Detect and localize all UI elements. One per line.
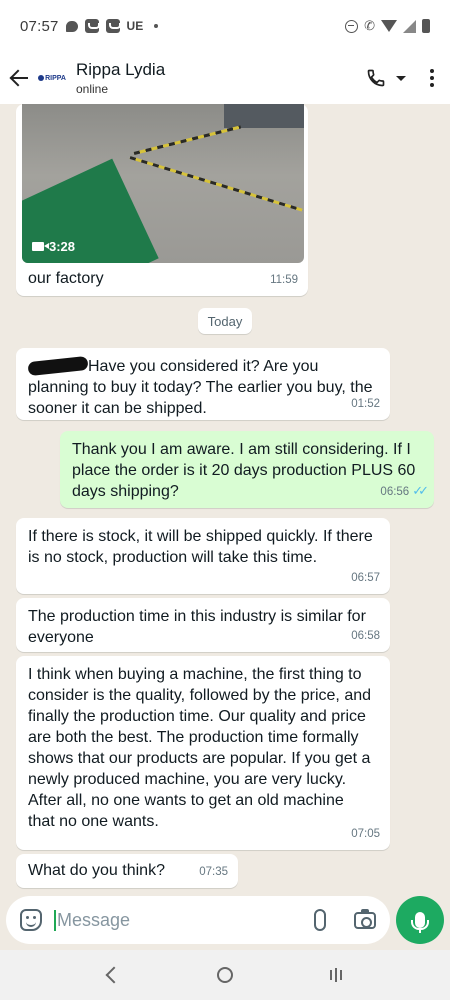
mail-notification-icon: [84, 19, 100, 33]
message-time: 06:58: [351, 630, 380, 642]
system-nav-bar: [0, 950, 450, 1000]
call-button[interactable]: [366, 68, 406, 88]
phone-icon: [367, 69, 385, 87]
compose-bar: [0, 894, 450, 948]
message-text: The production time in this industry is …: [28, 608, 366, 646]
video-thumbnail[interactable]: 3:28: [22, 104, 304, 263]
message-text: Thank you I am aware. I am still conside…: [72, 441, 416, 500]
message-time: 01:52: [351, 398, 380, 410]
read-receipt-icon: ✓✓: [412, 483, 429, 498]
message-time: 06:57: [351, 572, 380, 584]
cell-signal-icon: [403, 19, 416, 33]
video-message[interactable]: 3:28 our factory 11:59: [16, 104, 308, 296]
chat-header: RIPPA Rippa Lydia online: [0, 52, 450, 104]
message-incoming[interactable]: Have you considered it? Are you planning…: [16, 348, 390, 420]
video-caption: our factory: [28, 270, 104, 287]
status-bar: 07:57 UE ✆: [0, 0, 450, 52]
nav-home-icon[interactable]: [216, 967, 233, 983]
carrier-label: UE: [126, 19, 144, 33]
contact-status: online: [76, 82, 109, 96]
contact-name: Rippa Lydia: [76, 60, 166, 79]
message-input[interactable]: [54, 909, 284, 931]
date-divider: Today: [198, 308, 252, 334]
message-time: 06:56 ✓✓: [380, 483, 429, 498]
contact-info[interactable]: Rippa Lydia online: [76, 60, 165, 96]
nav-back-icon[interactable]: [105, 966, 123, 984]
voice-record-button[interactable]: [396, 896, 444, 944]
message-text: What do you think?: [28, 862, 165, 879]
paperclip-attach-icon[interactable]: [314, 909, 326, 931]
wifi-calling-icon: ✆: [364, 18, 375, 33]
message-outgoing[interactable]: Thank you I am aware. I am still conside…: [60, 431, 434, 508]
message-time: 07:05: [351, 828, 380, 840]
microphone-icon: [411, 912, 429, 933]
compose-field[interactable]: [6, 896, 390, 944]
video-duration: 3:28: [32, 236, 75, 257]
rippa-logo-icon: RIPPA: [38, 75, 66, 82]
wifi-icon: [381, 20, 397, 32]
status-time: 07:57: [20, 17, 59, 35]
more-options-icon[interactable]: [430, 69, 434, 87]
message-incoming[interactable]: I think when buying a machine, the first…: [16, 656, 390, 850]
nav-recents-icon[interactable]: [329, 968, 342, 982]
camera-icon[interactable]: [354, 908, 376, 929]
back-button[interactable]: [2, 58, 36, 98]
contact-avatar[interactable]: RIPPA: [34, 60, 70, 96]
sticker-emoji-icon[interactable]: [20, 909, 42, 931]
message-time: 07:35: [199, 866, 228, 878]
back-arrow-icon: [10, 69, 28, 87]
do-not-disturb-icon: [345, 19, 359, 33]
message-incoming[interactable]: What do you think? 07:35: [16, 854, 238, 888]
battery-icon: [422, 19, 430, 33]
chat-area[interactable]: 3:28 our factory 11:59 Today Have you co…: [0, 104, 450, 894]
message-time: 11:59: [270, 274, 298, 286]
chat-notification-icon: [65, 20, 78, 32]
message-text: If there is stock, it will be shipped qu…: [28, 528, 373, 566]
message-incoming[interactable]: If there is stock, it will be shipped qu…: [16, 518, 390, 594]
more-notifications-dot-icon: [154, 24, 159, 28]
message-incoming[interactable]: The production time in this industry is …: [16, 598, 390, 652]
message-text: I think when buying a machine, the first…: [28, 666, 372, 830]
call-options-chevron-icon: [396, 75, 406, 81]
video-camera-icon: [32, 242, 49, 251]
mail-notification-icon-2: [105, 19, 121, 33]
redacted-name: [27, 355, 89, 377]
